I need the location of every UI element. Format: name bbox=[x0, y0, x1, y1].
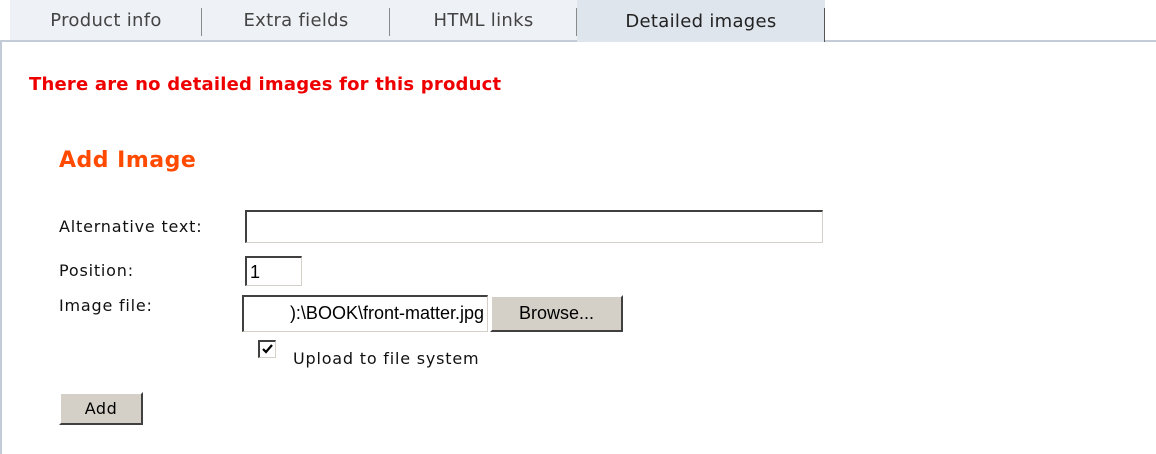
alt-text-input[interactable] bbox=[245, 210, 823, 243]
tab-detailed-images-label: Detailed images bbox=[625, 10, 777, 32]
image-file-label: Image file: bbox=[59, 296, 153, 315]
add-image-heading: Add Image bbox=[59, 148, 197, 173]
image-file-input[interactable]: ):\BOOK\front-matter.jpg bbox=[242, 295, 488, 332]
upload-to-file-system-label: Upload to file system bbox=[293, 349, 480, 368]
upload-to-file-system-checkbox[interactable] bbox=[258, 340, 276, 358]
checkmark-icon bbox=[262, 344, 273, 354]
tab-product-info[interactable]: Product info bbox=[10, 0, 202, 42]
detailed-images-panel: There are no detailed images for this pr… bbox=[0, 42, 1156, 454]
no-images-notice: There are no detailed images for this pr… bbox=[29, 74, 502, 95]
tab-html-links[interactable]: HTML links bbox=[390, 0, 577, 42]
tab-bar: Product info Extra fields HTML links Det… bbox=[0, 0, 1156, 42]
tab-product-info-label: Product info bbox=[50, 9, 162, 31]
tab-separator bbox=[824, 8, 825, 42]
tab-extra-fields[interactable]: Extra fields bbox=[202, 0, 390, 42]
add-button[interactable]: Add bbox=[59, 392, 143, 425]
tab-extra-fields-label: Extra fields bbox=[243, 9, 349, 31]
tab-detailed-images[interactable]: Detailed images bbox=[577, 0, 825, 42]
position-label: Position: bbox=[59, 261, 134, 280]
tab-html-links-label: HTML links bbox=[433, 9, 534, 31]
alt-text-label: Alternative text: bbox=[59, 217, 203, 236]
browse-button[interactable]: Browse... bbox=[490, 295, 623, 332]
position-input[interactable]: 1 bbox=[245, 256, 302, 286]
